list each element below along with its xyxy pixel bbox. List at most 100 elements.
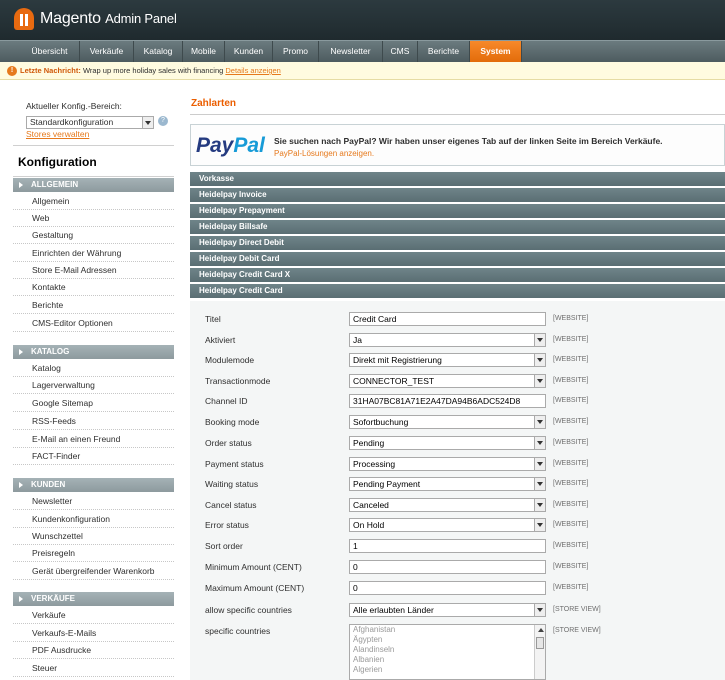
- sidebar-group-katalog[interactable]: KATALOG: [13, 345, 174, 359]
- sidebar-item-katalog[interactable]: Katalog: [13, 360, 174, 377]
- booking-mode-select[interactable]: Sofortbuchung: [349, 415, 546, 429]
- sidebar-item-wunschzettel[interactable]: Wunschzettel: [13, 528, 174, 545]
- title-divider: [190, 114, 725, 115]
- sidebar-item-verkaufs-emails[interactable]: Verkaufs-E-Mails: [13, 625, 174, 642]
- nav-item-newsletter[interactable]: Newsletter: [319, 41, 383, 62]
- sidebar-group-allgemein[interactable]: ALLGEMEIN: [13, 178, 174, 192]
- chevron-down-icon: [534, 416, 545, 428]
- sidebar-item-store-email[interactable]: Store E-Mail Adressen: [13, 262, 174, 279]
- manage-stores-link[interactable]: Stores verwalten: [26, 129, 89, 139]
- brand-name: Magento: [40, 10, 101, 27]
- sidebar-item-rss-feeds[interactable]: RSS-Feeds: [13, 413, 174, 430]
- sidebar-item-verkaeufe[interactable]: Verkäufe: [13, 607, 174, 624]
- nav-item-cms[interactable]: CMS: [383, 41, 418, 62]
- sidebar-group-verkaeufe[interactable]: VERKÄUFE: [13, 592, 174, 606]
- field-label-sort-order: Sort order: [205, 541, 243, 551]
- sidebar-item-pdf-ausdrucke[interactable]: PDF Ausdrucke: [13, 642, 174, 659]
- titel-input[interactable]: Credit Card: [349, 312, 546, 326]
- sidebar-item-email-friend[interactable]: E-Mail an einen Freund: [13, 431, 174, 448]
- scope-tag: [WEBSITE]: [553, 397, 589, 404]
- aktiviert-select[interactable]: Ja: [349, 333, 546, 347]
- cancel-status-select[interactable]: Canceled: [349, 498, 546, 512]
- country-option[interactable]: Ägypten: [350, 635, 545, 645]
- sidebar-item-kontakte[interactable]: Kontakte: [13, 279, 174, 296]
- country-option[interactable]: Algerien: [350, 665, 545, 675]
- sort-order-input[interactable]: 1: [349, 539, 546, 553]
- maximum-amount-input[interactable]: 0: [349, 581, 546, 595]
- channel-id-input[interactable]: 31HA07BC81A71E2A47DA94B6ADC524D8: [349, 394, 546, 408]
- country-option[interactable]: Alandinseln: [350, 645, 545, 655]
- modulemode-select[interactable]: Direkt mit Registrierung: [349, 353, 546, 367]
- modulemode-select-value: Direkt mit Registrierung: [353, 355, 442, 365]
- nav-item-verkaeufe[interactable]: Verkäufe: [80, 41, 134, 62]
- configuration-title: Konfiguration: [13, 145, 174, 177]
- section-heidelpay-credit-card-x[interactable]: Heidelpay Credit Card X: [190, 268, 725, 283]
- chevron-down-icon: [534, 519, 545, 531]
- scope-tag: [WEBSITE]: [553, 336, 589, 343]
- nav-item-kunden[interactable]: Kunden: [225, 41, 273, 62]
- field-label-specific-countries: specific countries: [205, 626, 271, 636]
- sidebar-group-kunden[interactable]: KUNDEN: [13, 478, 174, 492]
- sidebar-item-cms-editor[interactable]: CMS-Editor Optionen: [13, 315, 174, 332]
- scope-select[interactable]: Standardkonfiguration: [26, 116, 154, 129]
- sidebar-item-web[interactable]: Web: [13, 210, 174, 227]
- nav-item-berichte[interactable]: Berichte: [418, 41, 470, 62]
- help-icon[interactable]: ?: [158, 116, 168, 126]
- section-heidelpay-prepayment[interactable]: Heidelpay Prepayment: [190, 204, 725, 219]
- section-heidelpay-billsafe[interactable]: Heidelpay Billsafe: [190, 220, 725, 235]
- chevron-down-icon: [142, 117, 153, 128]
- transactionmode-select[interactable]: CONNECTOR_TEST: [349, 374, 546, 388]
- sidebar-item-allgemein[interactable]: Allgemein: [13, 193, 174, 210]
- paypal-solutions-link[interactable]: PayPal-Lösungen anzeigen.: [274, 149, 374, 158]
- sidebar-item-newsletter[interactable]: Newsletter: [13, 493, 174, 510]
- payment-status-select[interactable]: Processing: [349, 457, 546, 471]
- field-label-waiting-status: Waiting status: [205, 479, 259, 489]
- section-heidelpay-direct-debit[interactable]: Heidelpay Direct Debit: [190, 236, 725, 251]
- minimum-amount-input[interactable]: 0: [349, 560, 546, 574]
- chevron-up-icon[interactable]: [538, 628, 544, 632]
- specific-countries-multiselect[interactable]: Afghanistan Ägypten Alandinseln Albanien…: [349, 624, 546, 680]
- country-option[interactable]: Albanien: [350, 655, 545, 665]
- nav-item-system[interactable]: System: [470, 41, 522, 62]
- chevron-down-icon: [534, 354, 545, 366]
- sidebar-item-preisregeln[interactable]: Preisregeln: [13, 545, 174, 562]
- chevron-down-icon: [534, 478, 545, 490]
- field-label-modulemode: Modulemode: [205, 355, 255, 365]
- magento-logo[interactable]: Magento Admin Panel: [14, 8, 177, 30]
- order-status-select[interactable]: Pending: [349, 436, 546, 450]
- alert-icon: !: [7, 66, 17, 76]
- booking-mode-select-value: Sofortbuchung: [353, 417, 409, 427]
- nav-item-katalog[interactable]: Katalog: [134, 41, 183, 62]
- allow-specific-countries-select[interactable]: Alle erlaubten Länder: [349, 603, 546, 617]
- sidebar-item-google-sitemap[interactable]: Google Sitemap: [13, 395, 174, 412]
- scope-label: Aktueller Konfig.-Bereich:: [26, 101, 122, 111]
- scope-tag: [WEBSITE]: [553, 480, 589, 487]
- sidebar-item-warenkorb[interactable]: Gerät übergreifender Warenkorb: [13, 563, 174, 580]
- nav-item-mobile[interactable]: Mobile: [183, 41, 225, 62]
- sidebar-item-fact-finder[interactable]: FACT-Finder: [13, 448, 174, 465]
- notice-details-link[interactable]: Details anzeigen: [225, 66, 280, 75]
- sidebar-item-lagerverwaltung[interactable]: Lagerverwaltung: [13, 377, 174, 394]
- scope-select-value: Standardkonfiguration: [30, 117, 114, 127]
- error-status-select-value: On Hold: [353, 520, 385, 530]
- country-option[interactable]: Afghanistan: [350, 625, 545, 635]
- section-heidelpay-debit-card[interactable]: Heidelpay Debit Card: [190, 252, 725, 267]
- error-status-select[interactable]: On Hold: [349, 518, 546, 532]
- chevron-down-icon: [534, 604, 545, 616]
- waiting-status-select[interactable]: Pending Payment: [349, 477, 546, 491]
- sidebar-item-kundenkonfiguration[interactable]: Kundenkonfiguration: [13, 511, 174, 528]
- section-heidelpay-credit-card[interactable]: Heidelpay Credit Card: [190, 284, 725, 299]
- countries-scrollbar[interactable]: [534, 625, 545, 679]
- scrollbar-thumb[interactable]: [536, 637, 544, 649]
- sidebar-item-berichte[interactable]: Berichte: [13, 297, 174, 314]
- chevron-down-icon: [534, 458, 545, 470]
- sidebar-item-waehrung[interactable]: Einrichten der Währung: [13, 245, 174, 262]
- section-vorkasse[interactable]: Vorkasse: [190, 172, 725, 187]
- nav-item-promo[interactable]: Promo: [273, 41, 319, 62]
- section-heidelpay-invoice[interactable]: Heidelpay Invoice: [190, 188, 725, 203]
- field-label-minimum-amount: Minimum Amount (CENT): [205, 562, 302, 572]
- nav-item-uebersicht[interactable]: Übersicht: [20, 41, 80, 62]
- brand-subtitle: Admin Panel: [105, 11, 177, 26]
- sidebar-item-steuer[interactable]: Steuer: [13, 660, 174, 677]
- sidebar-item-gestaltung[interactable]: Gestaltung: [13, 227, 174, 244]
